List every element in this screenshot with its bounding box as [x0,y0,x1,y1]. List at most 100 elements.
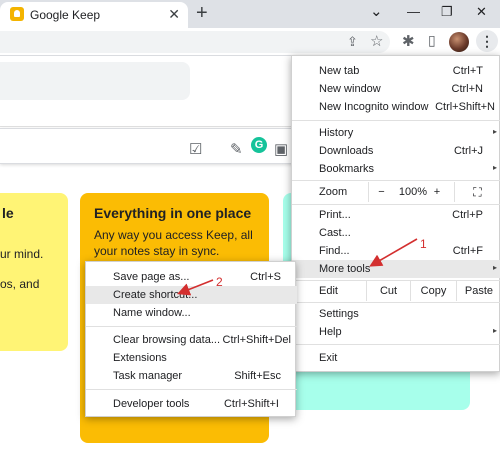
note-card-left[interactable]: le ur mind. os, and [0,193,68,351]
menu-item-new-tab[interactable]: New tab Ctrl+T [292,62,500,80]
window-close-button[interactable]: ✕ [476,4,487,20]
profile-avatar[interactable] [449,32,469,52]
menu-item-more-tools[interactable]: More tools ▸ [292,260,500,278]
submenu-item-label: Name window... [113,307,191,319]
menu-zoom-row: Zoom − 100% + ⛶ [292,182,500,202]
note-body-line: Any way you access Keep, all [94,228,253,242]
copy-button[interactable]: Copy [410,281,456,301]
minimize-button[interactable]: — [407,4,420,19]
submenu-item-shortcut: Ctrl+Shift+I [223,398,279,410]
zoom-in-button[interactable]: + [432,182,442,202]
submenu-item-label: Developer tools [113,398,190,410]
menu-separator [292,302,500,303]
menu-item-label: Cast... [319,227,351,239]
keep-favicon-icon [10,7,24,21]
menu-item-history[interactable]: History ▸ [292,124,500,142]
menu-item-bookmarks[interactable]: Bookmarks ▸ [292,160,500,178]
menu-item-exit[interactable]: Exit [292,349,500,367]
submenu-item-label: Save page as... [113,271,190,283]
submenu-item-label: Extensions [113,352,167,364]
tab-title: Google Keep [30,8,101,22]
menu-item-label: Print... [319,209,351,221]
submenu-item-extensions[interactable]: Extensions [86,349,297,367]
menu-item-label: New Incognito window [319,101,429,113]
menu-item-label: Find... [319,245,350,257]
menu-item-shortcut: Ctrl+Shift+N [435,101,495,113]
submenu-item-shortcut: Ctrl+S [250,271,281,283]
menu-item-shortcut: Ctrl+J [453,145,483,157]
menu-edit-row: Edit Cut Copy Paste [292,281,500,301]
submenu-item-shortcut: Shift+Esc [234,370,281,382]
menu-item-settings[interactable]: Settings [292,305,500,323]
menu-item-shortcut: Ctrl+N [451,83,483,95]
submenu-item-label: Create shortcut... [113,289,198,301]
menu-item-label: Bookmarks [319,163,375,175]
menu-separator [292,120,500,121]
note-left-line: os, and [0,277,40,291]
keep-search-bar[interactable] [0,62,190,100]
extensions-puzzle-icon[interactable]: ✱ [402,32,415,50]
menu-separator [292,204,500,205]
submenu-item-task-manager[interactable]: Task manager Shift+Esc [86,367,297,385]
new-image-icon[interactable]: ▣ [274,140,288,158]
fullscreen-icon[interactable]: ⛶ [454,182,500,202]
tab-google-keep[interactable]: Google Keep ✕ [0,2,188,28]
submenu-item-clear-browsing-data[interactable]: Clear browsing data... Ctrl+Shift+Del [86,331,297,349]
menu-item-cast[interactable]: Cast... [292,224,500,242]
menu-item-help[interactable]: Help ▸ [292,323,500,341]
new-drawing-brush-icon[interactable]: ✎ [230,140,243,158]
menu-item-label: Exit [319,352,338,364]
menu-separator [86,326,297,327]
more-tools-submenu: Save page as... Ctrl+S Create shortcut..… [85,261,297,417]
submenu-item-create-shortcut[interactable]: Create shortcut... [86,286,297,304]
restore-button[interactable]: ❐ [441,4,453,20]
note-body-line: your notes stay in sync. [94,244,220,258]
submenu-item-developer-tools[interactable]: Developer tools Ctrl+Shift+I [86,395,297,413]
edit-label: Edit [319,285,338,297]
menu-item-label: Downloads [319,145,374,157]
zoom-label: Zoom [319,186,348,198]
note-body: Any way you access Keep, all your notes … [94,227,253,259]
bookmark-star-icon[interactable]: ☆ [370,32,383,50]
cut-button[interactable]: Cut [366,281,410,301]
side-panel-icon[interactable]: ▯ [428,32,436,49]
submenu-item-save-page[interactable]: Save page as... Ctrl+S [86,268,297,286]
submenu-arrow-icon: ▸ [492,263,497,272]
menu-item-label: Help [319,326,342,338]
submenu-item-shortcut: Ctrl+Shift+Del [222,334,291,346]
browser-toolbar: ⇪ ☆ ✱ ▯ ⋮ [0,28,500,56]
chrome-menu-button[interactable]: ⋮ [476,30,498,52]
zoom-out-button[interactable]: − [368,182,394,202]
menu-item-shortcut: Ctrl+P [452,209,483,221]
menu-item-new-window[interactable]: New window Ctrl+N [292,80,500,98]
submenu-item-label: Task manager [113,370,183,382]
menu-separator [292,344,500,345]
note-left-line: le [2,205,14,221]
menu-item-downloads[interactable]: Downloads Ctrl+J [292,142,500,160]
menu-item-label: More tools [319,263,371,275]
submenu-item-name-window[interactable]: Name window... [86,304,297,322]
chrome-main-menu: New tab Ctrl+T New window Ctrl+N New Inc… [291,55,500,372]
menu-item-print[interactable]: Print... Ctrl+P [292,206,500,224]
menu-item-label: History [319,127,354,139]
menu-item-new-incognito[interactable]: New Incognito window Ctrl+Shift+N [292,98,500,116]
menu-item-find[interactable]: Find... Ctrl+F [292,242,500,260]
note-title: Everything in one place [94,205,252,221]
new-list-checkbox-icon[interactable]: ☑ [189,140,202,158]
new-tab-button[interactable]: + [196,2,208,25]
annotation-step-2: 2 [216,275,223,289]
grammarly-icon[interactable]: G [251,137,267,153]
menu-item-shortcut: Ctrl+T [452,65,483,77]
menu-item-label: Settings [319,308,359,320]
submenu-arrow-icon: ▸ [492,163,497,172]
tab-strip: Google Keep ✕ + ⌄ — ❐ ✕ [0,0,500,28]
tab-close-icon[interactable]: ✕ [168,6,180,23]
submenu-arrow-icon: ▸ [492,326,497,335]
share-icon[interactable]: ⇪ [347,34,358,50]
note-left-line: ur mind. [0,247,44,261]
tab-search-chevron-icon[interactable]: ⌄ [370,2,383,20]
address-bar[interactable] [0,31,390,53]
paste-button[interactable]: Paste [456,281,500,301]
menu-item-label: New tab [319,65,360,77]
menu-separator [86,389,297,390]
